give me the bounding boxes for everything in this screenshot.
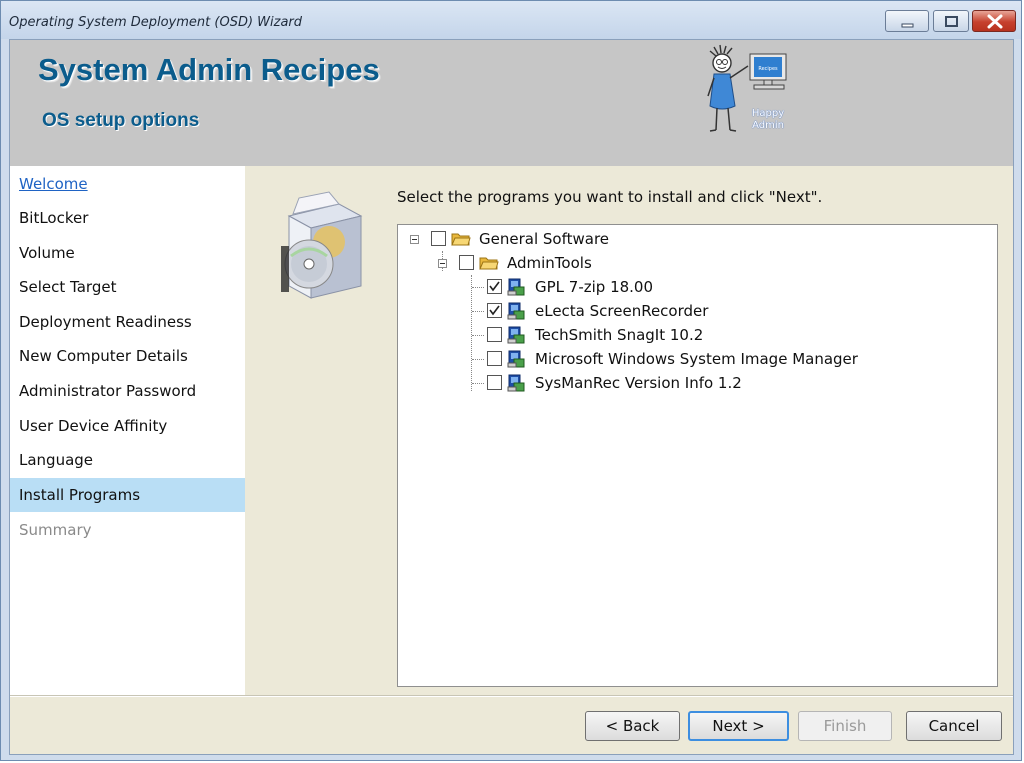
tree-label: General Software	[479, 230, 610, 248]
collapse-icon[interactable]	[410, 235, 419, 244]
finish-button: Finish	[798, 711, 892, 741]
nav-item-user-device-affinity[interactable]: User Device Affinity	[10, 409, 245, 443]
nav-item-summary: Summary	[19, 521, 92, 539]
tree-node-general-software[interactable]: General Software	[398, 227, 958, 251]
wizard-window: Operating System Deployment (OSD) Wizard…	[0, 0, 1022, 761]
tree-label: eLecta ScreenRecorder	[535, 302, 709, 320]
nav-item-welcome[interactable]: Welcome	[10, 167, 245, 201]
logo-caption-line1: Happy	[751, 108, 785, 119]
close-icon	[987, 14, 1003, 29]
wizard-nav: Welcome BitLocker Volume Select Target D…	[10, 166, 245, 695]
nav-item-install-programs[interactable]: Install Programs	[10, 478, 245, 512]
tree-checkbox-checked[interactable]	[487, 279, 502, 294]
tree-node-program[interactable]: GPL 7-zip 18.00	[398, 275, 958, 299]
tree-node-program[interactable]: TechSmith SnagIt 10.2	[398, 323, 958, 347]
tree-node-admintools[interactable]: AdminTools	[398, 251, 958, 275]
tree-label: Microsoft Windows System Image Manager	[535, 350, 858, 368]
tree-node-program[interactable]: eLecta ScreenRecorder	[398, 299, 958, 323]
logo-screen-text: Recipes	[758, 66, 778, 72]
nav-item-language[interactable]: Language	[10, 443, 245, 477]
title-bar: Operating System Deployment (OSD) Wizard	[1, 1, 1021, 39]
package-icon	[507, 278, 525, 296]
brand-title: System Admin Recipes	[38, 52, 380, 87]
folder-icon	[479, 257, 499, 270]
wizard-header: System Admin Recipes OS setup options Re…	[10, 40, 1013, 166]
tree-label: AdminTools	[507, 254, 592, 272]
minimize-button[interactable]	[885, 10, 929, 32]
wizard-body: System Admin Recipes OS setup options Re…	[9, 39, 1014, 755]
footer-divider	[10, 695, 1013, 697]
maximize-button[interactable]	[933, 10, 969, 32]
nav-item-bitlocker[interactable]: BitLocker	[10, 201, 245, 235]
software-box-icon	[281, 191, 363, 299]
logo-caption: Happy Admin	[746, 108, 790, 132]
tree-label: TechSmith SnagIt 10.2	[535, 326, 704, 344]
instruction-text: Select the programs you want to install …	[397, 188, 823, 206]
checkmark-icon	[489, 305, 500, 316]
next-button[interactable]: Next >	[688, 711, 789, 741]
logo-caption-line2: Admin	[752, 120, 784, 131]
nav-item-new-computer-details[interactable]: New Computer Details	[10, 339, 245, 373]
package-icon	[507, 302, 525, 320]
collapse-icon[interactable]	[438, 259, 447, 268]
install-programs-page: Select the programs you want to install …	[245, 166, 1013, 695]
checkmark-icon	[489, 281, 500, 292]
close-button[interactable]	[972, 10, 1016, 32]
maximize-icon	[945, 16, 958, 27]
nav-item-volume[interactable]: Volume	[10, 236, 245, 270]
tree-checkbox[interactable]	[487, 351, 502, 366]
tree-checkbox-admintools[interactable]	[459, 255, 474, 270]
wizard-footer: < Back Next > Finish Cancel	[10, 695, 1013, 754]
nav-item-administrator-password[interactable]: Administrator Password	[10, 374, 245, 408]
nav-item-select-target[interactable]: Select Target	[10, 270, 245, 304]
tree-checkbox[interactable]	[487, 375, 502, 390]
package-icon	[507, 326, 525, 344]
tree-node-program[interactable]: SysManRec Version Info 1.2	[398, 371, 958, 395]
back-button[interactable]: < Back	[585, 711, 680, 741]
page-subtitle: OS setup options	[42, 110, 200, 131]
tree-checkbox-general-software[interactable]	[431, 231, 446, 246]
folder-icon	[451, 233, 471, 246]
program-tree[interactable]: General Software AdminTools GPL 7-zip 18…	[397, 224, 998, 687]
nav-item-deployment-readiness[interactable]: Deployment Readiness	[10, 305, 245, 339]
package-icon	[507, 374, 525, 392]
tree-checkbox[interactable]	[487, 327, 502, 342]
cancel-button[interactable]: Cancel	[906, 711, 1002, 741]
tree-label: GPL 7-zip 18.00	[535, 278, 654, 296]
tree-node-program[interactable]: Microsoft Windows System Image Manager	[398, 347, 958, 371]
tree-checkbox-checked[interactable]	[487, 303, 502, 318]
window-title: Operating System Deployment (OSD) Wizard	[9, 15, 303, 30]
minimize-icon	[901, 23, 914, 28]
package-icon	[507, 350, 525, 368]
tree-label: SysManRec Version Info 1.2	[535, 374, 742, 392]
